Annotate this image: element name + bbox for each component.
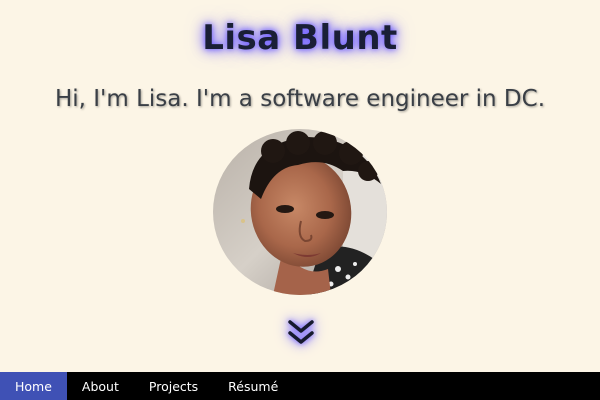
double-chevron-down-icon xyxy=(288,320,314,344)
nav-item-projects[interactable]: Projects xyxy=(134,372,213,400)
tagline: Hi, I'm Lisa. I'm a software engineer in… xyxy=(54,86,546,112)
nav-item-about[interactable]: About xyxy=(67,372,134,400)
nav-item-resume[interactable]: Résumé xyxy=(213,372,293,400)
profile-photo xyxy=(213,129,387,295)
site-title: Lisa Blunt xyxy=(202,18,398,58)
nav-item-home[interactable]: Home xyxy=(0,372,67,400)
scroll-down-button[interactable] xyxy=(286,318,316,348)
hero-section: Lisa Blunt Hi, I'm Lisa. I'm a software … xyxy=(0,0,600,372)
bottom-navbar: Home About Projects Résumé xyxy=(0,372,600,400)
